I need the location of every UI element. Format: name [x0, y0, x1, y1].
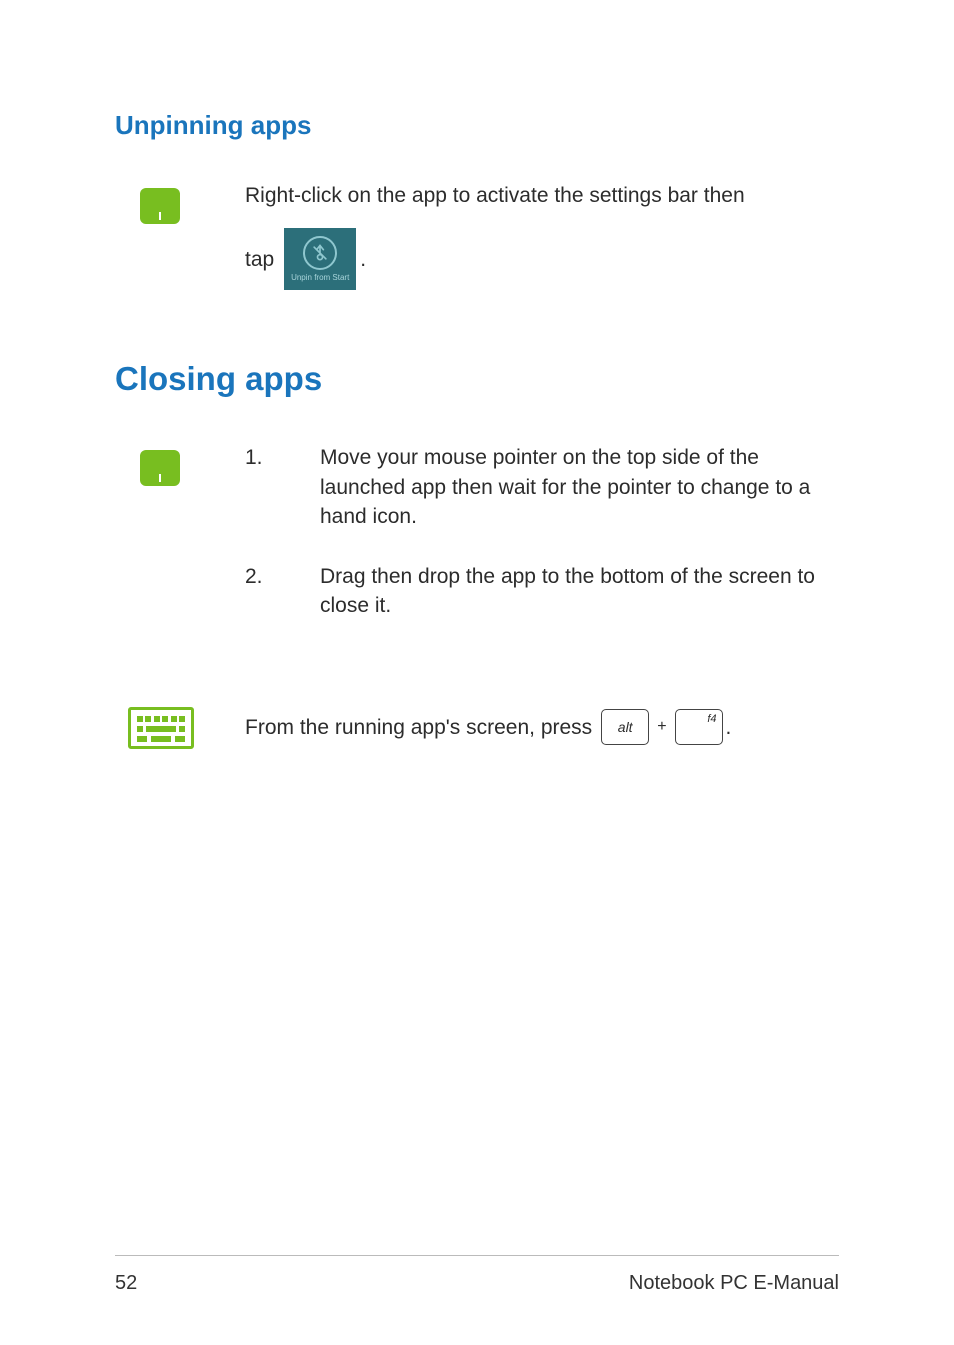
- unpin-tile-label: Unpin from Start: [291, 272, 349, 283]
- keyboard-icon: [128, 707, 194, 749]
- closing-steps: 1. Move your mouse pointer on the top si…: [245, 443, 839, 650]
- step-number: 2.: [245, 562, 320, 621]
- plus-sign: +: [657, 716, 666, 738]
- tap-word: tap: [245, 245, 274, 274]
- heading-unpinning-apps: Unpinning apps: [115, 110, 839, 141]
- step-number: 1.: [245, 443, 320, 531]
- list-item: 2. Drag then drop the app to the bottom …: [245, 562, 839, 621]
- keyboard-prefix: From the running app's screen, press: [245, 713, 592, 742]
- icon-column: [115, 181, 245, 224]
- list-item: 1. Move your mouse pointer on the top si…: [245, 443, 839, 531]
- period: .: [360, 245, 366, 274]
- icon-column: [115, 443, 245, 486]
- closing-keyboard-block: From the running app's screen, press alt…: [115, 705, 839, 749]
- keycap-alt: alt: [601, 709, 649, 745]
- touchpad-icon: [140, 450, 180, 486]
- period: .: [726, 713, 732, 742]
- touchpad-icon: [140, 188, 180, 224]
- unpin-line2: tap Unpin from Start .: [245, 228, 839, 290]
- page-number: 52: [115, 1272, 137, 1295]
- step-text: Drag then drop the app to the bottom of …: [320, 562, 839, 621]
- keycap-f4: f4: [675, 709, 723, 745]
- keyboard-instruction: From the running app's screen, press alt…: [245, 709, 839, 745]
- keycap-f4-label: f4: [707, 712, 716, 727]
- icon-column: [115, 705, 245, 749]
- page-content: Unpinning apps Right-click on the app to…: [0, 0, 954, 749]
- unpin-content: Right-click on the app to activate the s…: [245, 181, 839, 290]
- heading-closing-apps: Closing apps: [115, 360, 839, 398]
- unpin-block: Right-click on the app to activate the s…: [115, 181, 839, 290]
- unpin-from-start-tile: Unpin from Start: [284, 228, 356, 290]
- closing-touchpad-block: 1. Move your mouse pointer on the top si…: [115, 443, 839, 650]
- step-text: Move your mouse pointer on the top side …: [320, 443, 839, 531]
- unpin-icon: [303, 236, 337, 270]
- unpin-line1: Right-click on the app to activate the s…: [245, 181, 839, 210]
- doc-title: Notebook PC E-Manual: [629, 1272, 839, 1295]
- page-footer: 52 Notebook PC E-Manual: [115, 1255, 839, 1295]
